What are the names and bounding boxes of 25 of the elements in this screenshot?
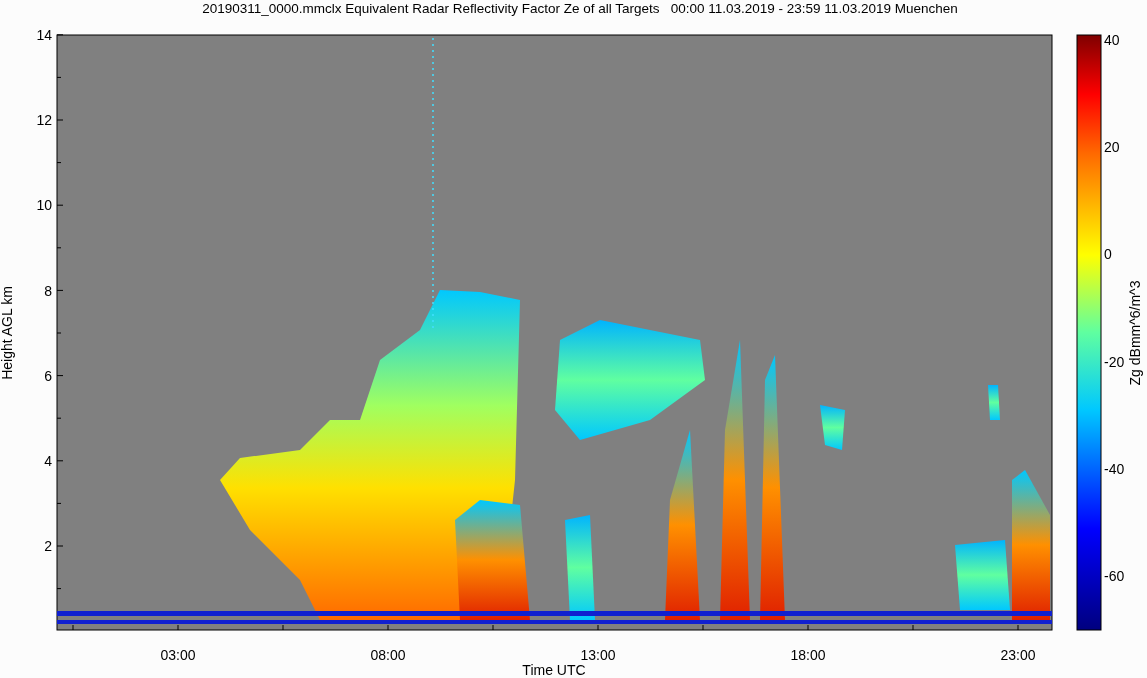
plot-title: 20190311_0000.mmclx Equivalent Radar Reflectivity Factor Ze of all Targets 00:00 11.03.2019 - 23:59 11.03.2019 Muenchen bbox=[202, 1, 958, 16]
y-tick-label: 6 bbox=[44, 367, 52, 384]
y-tick-label: 4 bbox=[44, 453, 52, 469]
x-tick-label: 13:00 bbox=[580, 647, 616, 663]
colorbar-tick-label: -40 bbox=[1104, 460, 1125, 477]
y-axis-label: Height AGL km bbox=[0, 286, 15, 380]
colorbar-tick-label: 20 bbox=[1104, 139, 1120, 156]
y-tick-label: 2 bbox=[44, 538, 52, 555]
y-tick-label: 14 bbox=[36, 27, 52, 43]
x-tick-label: 23:00 bbox=[1000, 647, 1036, 663]
colorbar-tick-label: 40 bbox=[1104, 32, 1120, 48]
x-tick-label: 03:00 bbox=[160, 647, 196, 663]
colorbar-tick-label: -60 bbox=[1104, 568, 1125, 584]
x-tick-label: 08:00 bbox=[370, 647, 406, 663]
colorbar-tick-label: -20 bbox=[1104, 353, 1125, 370]
colorbar-label: Zg dBmm^6/m^3 bbox=[1127, 280, 1143, 386]
radar-echo bbox=[988, 385, 1000, 420]
radar-echo bbox=[820, 405, 845, 450]
y-tick-label: 10 bbox=[36, 197, 52, 214]
x-tick-label: 18:00 bbox=[790, 647, 826, 663]
y-tick-label: 8 bbox=[44, 282, 52, 299]
x-axis-label: Time UTC bbox=[522, 662, 586, 678]
colorbar-tick-label: 0 bbox=[1104, 246, 1112, 263]
radar-echo bbox=[955, 540, 1010, 610]
y-tick-label: 12 bbox=[36, 112, 52, 129]
